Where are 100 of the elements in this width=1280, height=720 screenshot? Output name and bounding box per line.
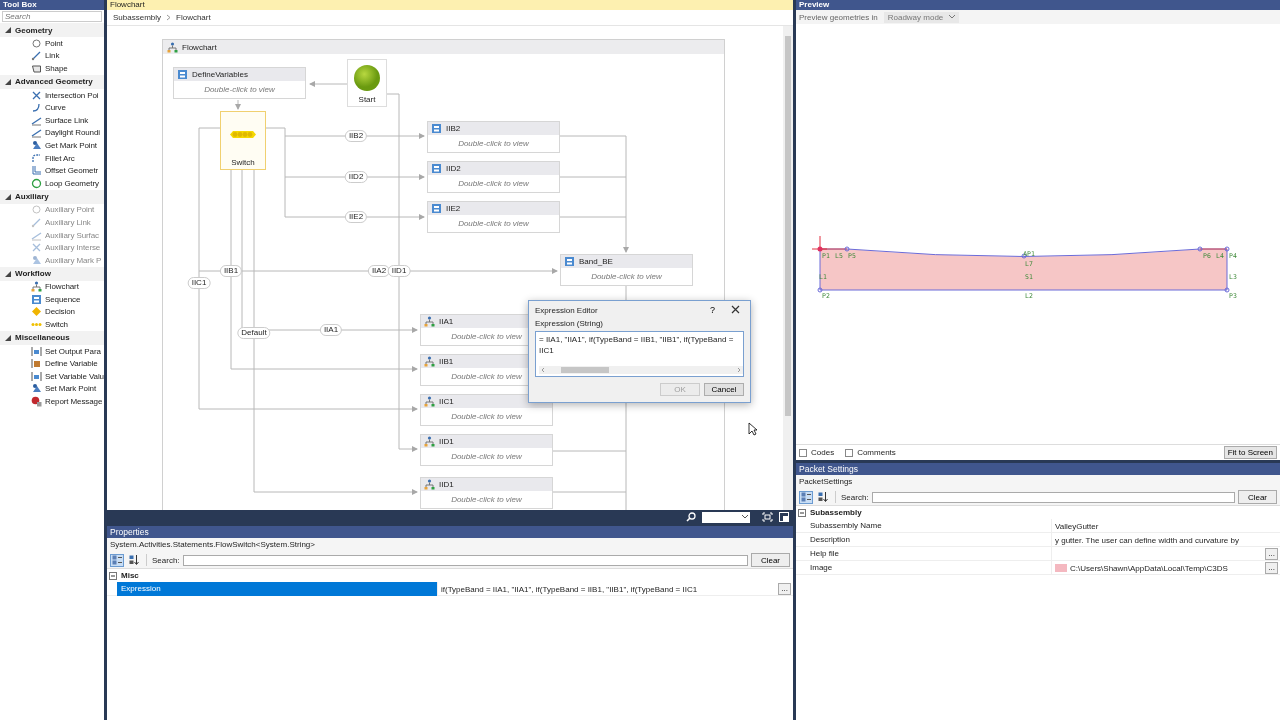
search-field[interactable] bbox=[871, 491, 1235, 503]
categories-icon bbox=[112, 555, 122, 565]
browse-button[interactable]: ... bbox=[1265, 548, 1278, 560]
group-header[interactable]: Geometry bbox=[0, 23, 104, 37]
activity-hint: Double-click to view bbox=[204, 85, 275, 94]
sequence-icon bbox=[177, 69, 188, 80]
toolbox-item[interactable]: Intersection Poi bbox=[0, 88, 104, 102]
toolbox-item[interactable]: Point bbox=[0, 37, 104, 50]
close-icon bbox=[731, 304, 740, 314]
slope-icon bbox=[31, 127, 42, 139]
sequence-icon bbox=[431, 163, 442, 174]
vertical-scrollbar[interactable] bbox=[783, 26, 793, 510]
breadcrumb-link[interactable]: Flowchart bbox=[176, 13, 211, 22]
toolbox-item[interactable]: Define Variable bbox=[0, 357, 104, 371]
group-header[interactable]: Advanced Geometry bbox=[0, 74, 104, 89]
group-header[interactable]: Workflow bbox=[0, 266, 104, 281]
property-value[interactable]: ValleyGutter bbox=[1055, 521, 1278, 531]
expression-field[interactable]: = IIA1, "IIA1", if(TypeBand = IIB1, "IIB1", if(TypeBand = IIC1 bbox=[535, 331, 744, 377]
mode-label: Preview geometries in bbox=[799, 12, 878, 22]
sequence-icon bbox=[31, 293, 42, 305]
toolbox-item[interactable]: Switch bbox=[0, 318, 104, 331]
sort-button[interactable] bbox=[127, 553, 141, 567]
checkbox-label[interactable]: Codes bbox=[811, 448, 835, 457]
toolbox-item[interactable]: Daylight Roundi bbox=[0, 126, 104, 140]
category-header[interactable]: Subassembly bbox=[796, 506, 1280, 519]
toolbox-item[interactable]: Set Output Para bbox=[0, 344, 104, 358]
toolbox-item[interactable]: Get Mark Point bbox=[0, 139, 104, 152]
toolbox-item[interactable]: Fillet Arc bbox=[0, 151, 104, 165]
property-value[interactable]: y gutter. The user can define width and curvature by bbox=[1055, 535, 1278, 545]
toolbox-item[interactable]: Set Variable Valu bbox=[0, 370, 104, 383]
search-label: Search: bbox=[152, 555, 180, 565]
case-label[interactable]: IIC1 bbox=[187, 277, 211, 289]
circle-icon bbox=[31, 204, 42, 216]
circle-icon bbox=[31, 37, 42, 49]
group-header[interactable]: Auxiliary bbox=[0, 189, 104, 204]
activity-card[interactable]: IID1 Double-click to view bbox=[420, 434, 553, 466]
activity-card[interactable]: IIC1 Double-click to view bbox=[420, 394, 553, 426]
activity-card[interactable]: IIE2 Double-click to view bbox=[427, 201, 560, 233]
toolbox-item[interactable]: Link bbox=[0, 49, 104, 63]
activity-title: IIB1 bbox=[439, 357, 454, 366]
browse-button[interactable]: ... bbox=[1265, 562, 1278, 574]
chevron-icon bbox=[166, 14, 172, 21]
document-tab[interactable]: Flowchart bbox=[107, 0, 793, 10]
ring-icon bbox=[31, 177, 42, 189]
sequence-icon bbox=[431, 123, 442, 134]
start-node[interactable]: Start bbox=[347, 59, 387, 107]
activity-card[interactable]: IID1 Double-click to view bbox=[420, 477, 553, 509]
sort-button[interactable] bbox=[816, 490, 830, 504]
fit-screen-icon[interactable] bbox=[762, 512, 773, 522]
search-field[interactable]: Search bbox=[2, 11, 102, 22]
sequence-icon bbox=[564, 256, 575, 267]
help-button[interactable]: ? bbox=[706, 305, 719, 315]
clear-button[interactable]: Clear bbox=[750, 553, 790, 567]
category-header[interactable]: Misc bbox=[107, 569, 793, 582]
overview-icon[interactable] bbox=[779, 512, 789, 522]
activity-card[interactable]: IIB2 Double-click to view bbox=[427, 121, 560, 153]
checkbox[interactable] bbox=[799, 448, 807, 457]
property-name[interactable]: Subassembly Name bbox=[806, 519, 1051, 533]
case-label[interactable]: IID1 bbox=[387, 265, 411, 277]
pointer-icon bbox=[748, 422, 757, 436]
case-label[interactable]: Default bbox=[237, 327, 271, 339]
property-name[interactable]: Expression bbox=[117, 582, 437, 596]
checkbox-label[interactable]: Comments bbox=[857, 448, 896, 457]
property-value[interactable]: if(TypeBand = IIA1, "IIA1", if(TypeBand = IIB1, "IIB1", if(TypeBand = IIC1 bbox=[441, 584, 776, 594]
categorized-button[interactable] bbox=[799, 490, 813, 504]
search-icon bbox=[686, 512, 696, 522]
cancel-button[interactable]: Cancel bbox=[704, 383, 744, 396]
search-field[interactable] bbox=[182, 554, 748, 566]
fit-button[interactable]: Fit to Screen bbox=[1223, 446, 1277, 459]
caret-icon bbox=[949, 15, 956, 19]
browse-button[interactable]: ... bbox=[778, 583, 791, 595]
property-name[interactable]: Description bbox=[806, 533, 1051, 547]
group-header[interactable]: Miscellaneous bbox=[0, 330, 104, 345]
property-name[interactable]: Help file bbox=[806, 547, 1051, 561]
categorized-button[interactable] bbox=[110, 553, 124, 567]
case-label[interactable]: IID2 bbox=[344, 171, 368, 183]
switch-node[interactable]: Switch bbox=[220, 111, 266, 170]
toolbox-item[interactable]: Shape bbox=[0, 62, 104, 75]
toolbox-item[interactable]: Surface Link bbox=[0, 113, 104, 127]
toolbox-item[interactable]: Loop Geometry bbox=[0, 176, 104, 190]
zoom-dropdown[interactable] bbox=[702, 511, 750, 523]
toolbox-item[interactable]: Set Mark Point bbox=[0, 382, 104, 396]
panel-title: Properties bbox=[107, 526, 793, 538]
activity-card[interactable]: DefineVariables Double-click to view bbox=[173, 67, 306, 99]
property-name[interactable]: Image bbox=[806, 561, 1051, 575]
toolbox-item[interactable]: Curve bbox=[0, 101, 104, 114]
checkbox[interactable] bbox=[845, 448, 854, 457]
activity-card[interactable]: IID2 Double-click to view bbox=[427, 161, 560, 193]
toolbox-item[interactable]: Decision bbox=[0, 305, 104, 319]
clear-button[interactable]: Clear bbox=[1237, 490, 1277, 504]
property-value[interactable]: C:\Users\Shawn\AppData\Local\Temp\C3DS bbox=[1070, 563, 1263, 573]
toolbox-item[interactable]: Report Message bbox=[0, 395, 104, 408]
toolbox-item[interactable]: Flowchart bbox=[0, 280, 104, 294]
breadcrumb-link[interactable]: Subassembly bbox=[113, 13, 162, 22]
activity-card[interactable]: Band_BE Double-click to view bbox=[560, 254, 693, 286]
mode-dropdown[interactable]: Roadway mode bbox=[883, 11, 960, 23]
activity-hint: Double-click to view bbox=[451, 495, 522, 504]
diamond-icon bbox=[31, 306, 42, 318]
toolbox-item[interactable]: Offset Geometr bbox=[0, 164, 104, 177]
toolbox-item[interactable]: Sequence bbox=[0, 293, 104, 306]
